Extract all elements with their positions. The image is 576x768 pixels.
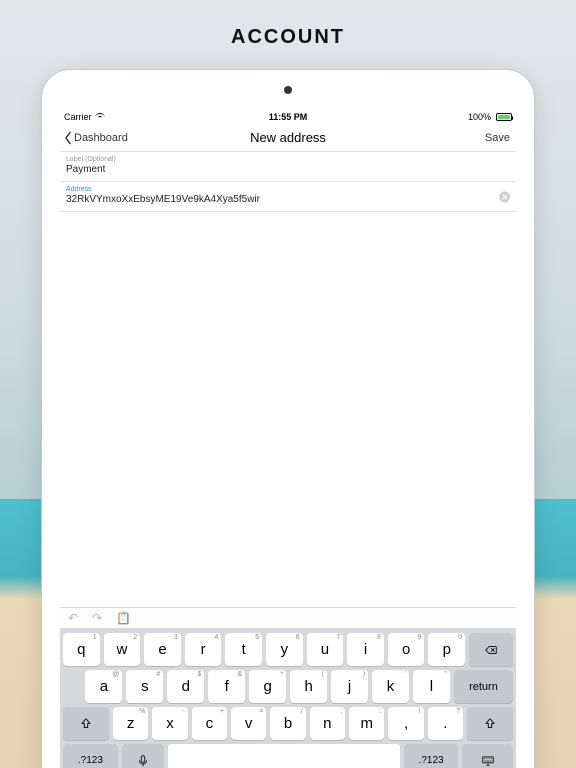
key-e[interactable]: 3e bbox=[144, 633, 181, 666]
label-value: Payment bbox=[66, 164, 510, 176]
key-z[interactable]: %z bbox=[113, 707, 148, 740]
key-v[interactable]: =v bbox=[231, 707, 266, 740]
space-key[interactable] bbox=[168, 744, 400, 768]
key-c[interactable]: +c bbox=[192, 707, 227, 740]
key-s[interactable]: #s bbox=[126, 670, 163, 703]
camera-dot bbox=[284, 86, 292, 94]
key-h[interactable]: (h bbox=[290, 670, 327, 703]
label-caption: Label (Optional) bbox=[66, 156, 510, 163]
undo-icon[interactable]: ↶ bbox=[68, 611, 78, 625]
key-l[interactable]: "l bbox=[413, 670, 450, 703]
save-button[interactable]: Save bbox=[485, 132, 510, 144]
keyboard-toolbar: ↶ ↷ 📋 bbox=[60, 607, 516, 629]
key-u[interactable]: 7u bbox=[307, 633, 344, 666]
backspace-key[interactable] bbox=[469, 633, 513, 666]
address-field[interactable]: Address 32RkVYmxoXxEbsyME19Ve9kA4Xya5f5w… bbox=[60, 182, 516, 212]
clipboard-icon[interactable]: 📋 bbox=[116, 611, 131, 625]
key-k[interactable]: 'k bbox=[372, 670, 409, 703]
key-r[interactable]: 4r bbox=[185, 633, 222, 666]
page-header: ACCOUNT bbox=[0, 26, 576, 49]
shift-key-right[interactable] bbox=[467, 707, 513, 740]
status-bar: Carrier 11:55 PM 100% bbox=[60, 110, 516, 124]
device-frame: Carrier 11:55 PM 100% Dashboard New addr… bbox=[42, 70, 534, 768]
comma-key[interactable]: !, bbox=[388, 707, 423, 740]
numbers-key[interactable]: .?123 bbox=[63, 744, 118, 768]
clear-button[interactable] bbox=[499, 191, 510, 202]
address-caption: Address bbox=[66, 186, 510, 193]
numbers-key-right[interactable]: .?123 bbox=[404, 744, 459, 768]
label-field[interactable]: Label (Optional) Payment bbox=[60, 152, 516, 182]
key-o[interactable]: 9o bbox=[388, 633, 425, 666]
battery-pct: 100% bbox=[468, 112, 491, 122]
key-n[interactable]: ;n bbox=[310, 707, 345, 740]
key-g[interactable]: *g bbox=[249, 670, 286, 703]
key-y[interactable]: 6y bbox=[266, 633, 303, 666]
shift-key[interactable] bbox=[63, 707, 109, 740]
content-area bbox=[60, 212, 516, 607]
key-i[interactable]: 8i bbox=[347, 633, 384, 666]
keyboard-area: ↶ ↷ 📋 1q2w3e4r5t6y7u8i9o0p @a#s$d&f*g(h)… bbox=[60, 607, 516, 768]
back-label: Dashboard bbox=[74, 132, 128, 144]
mic-key[interactable] bbox=[122, 744, 164, 768]
key-t[interactable]: 5t bbox=[225, 633, 262, 666]
key-f[interactable]: &f bbox=[208, 670, 245, 703]
key-q[interactable]: 1q bbox=[63, 633, 100, 666]
period-key[interactable]: ?. bbox=[428, 707, 463, 740]
nav-title: New address bbox=[250, 130, 326, 145]
key-p[interactable]: 0p bbox=[428, 633, 465, 666]
wifi-icon bbox=[95, 113, 105, 121]
nav-bar: Dashboard New address Save bbox=[60, 124, 516, 152]
chevron-left-icon bbox=[62, 131, 74, 145]
redo-icon[interactable]: ↷ bbox=[92, 611, 102, 625]
key-w[interactable]: 2w bbox=[104, 633, 141, 666]
status-time: 11:55 PM bbox=[60, 112, 516, 122]
return-key[interactable]: return bbox=[454, 670, 513, 703]
dismiss-keyboard-key[interactable] bbox=[462, 744, 513, 768]
key-a[interactable]: @a bbox=[85, 670, 122, 703]
key-b[interactable]: /b bbox=[270, 707, 305, 740]
key-m[interactable]: :m bbox=[349, 707, 384, 740]
address-value: 32RkVYmxoXxEbsyME19Ve9kA4Xya5f5wir bbox=[66, 194, 510, 206]
key-j[interactable]: )j bbox=[331, 670, 368, 703]
key-x[interactable]: -x bbox=[152, 707, 187, 740]
battery-icon bbox=[494, 113, 512, 121]
carrier-label: Carrier bbox=[64, 112, 92, 122]
keyboard: 1q2w3e4r5t6y7u8i9o0p @a#s$d&f*g(h)j'k"lr… bbox=[60, 629, 516, 768]
screen: Carrier 11:55 PM 100% Dashboard New addr… bbox=[60, 110, 516, 768]
back-button[interactable]: Dashboard bbox=[62, 131, 128, 145]
key-d[interactable]: $d bbox=[167, 670, 204, 703]
